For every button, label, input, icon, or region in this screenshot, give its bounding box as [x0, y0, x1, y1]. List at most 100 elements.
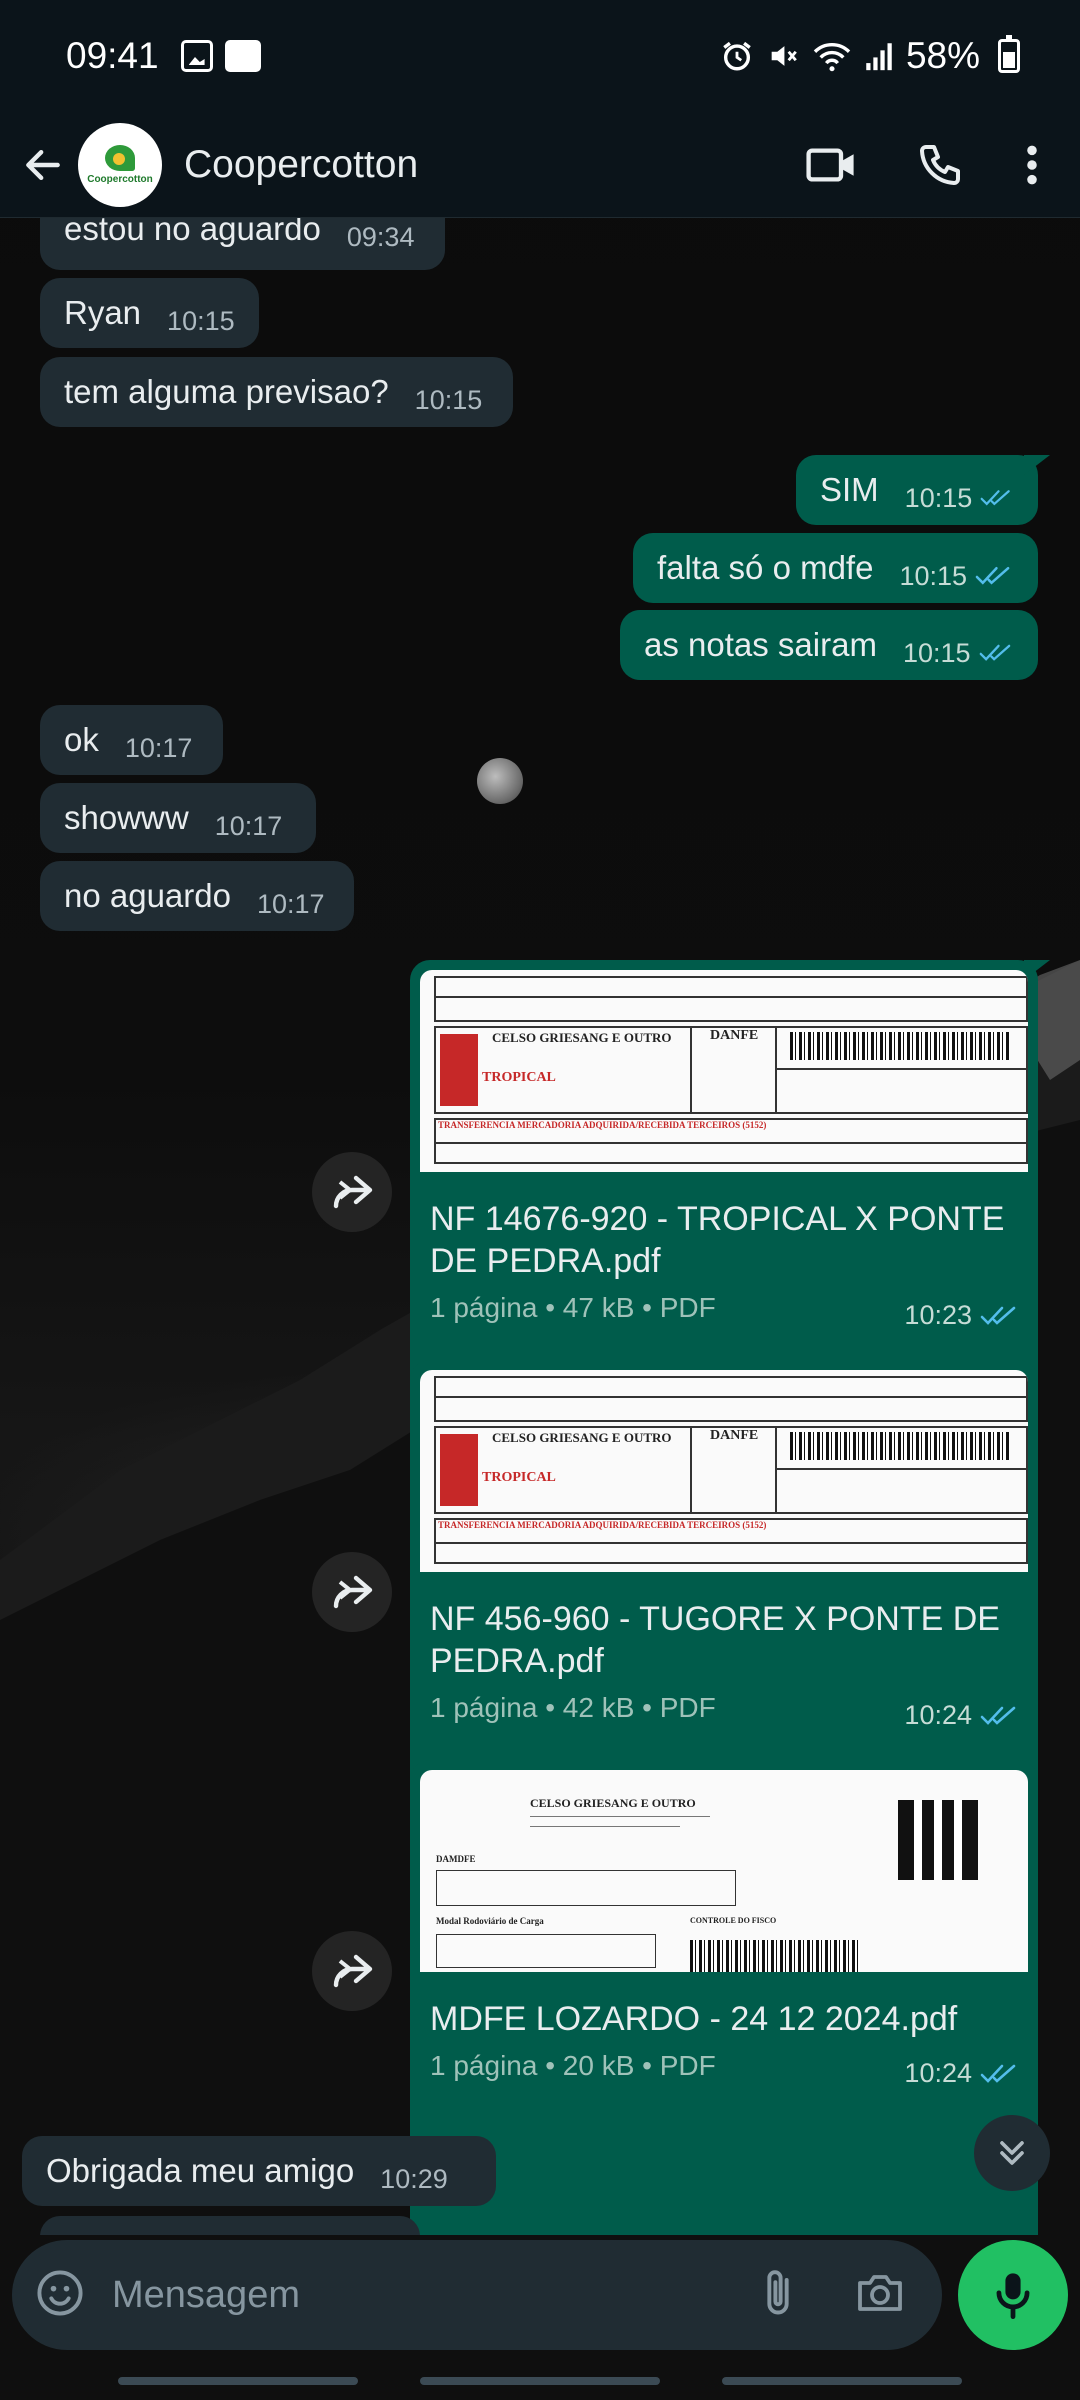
- back-button[interactable]: [8, 130, 78, 200]
- signal-icon: [866, 43, 892, 71]
- brand-logo-icon: [440, 1034, 478, 1106]
- preview-table: [436, 1934, 656, 1968]
- scroll-to-bottom-button[interactable]: [974, 2115, 1050, 2191]
- preview-company: CELSO GRIESANG E OUTRO: [492, 1030, 672, 1045]
- voice-call-icon: [920, 144, 960, 185]
- forward-button[interactable]: [312, 1552, 392, 1632]
- logo-icon: [105, 144, 135, 171]
- message-incoming[interactable]: [40, 2216, 420, 2235]
- battery-icon: [998, 35, 1020, 73]
- sticker-icon: [37, 2269, 83, 2316]
- preview-line: [434, 1396, 1028, 1398]
- system-navigation-bar: [0, 2370, 1080, 2400]
- document-meta: 1 página • 20 kB • PDF: [430, 2049, 716, 2081]
- qr-code-icon: [898, 1800, 978, 1880]
- nav-back[interactable]: [722, 2377, 962, 2385]
- video-call-icon: [806, 147, 854, 182]
- more-options-button[interactable]: [1020, 137, 1044, 193]
- preview-line: [530, 1826, 680, 1827]
- nav-home[interactable]: [420, 2377, 660, 2385]
- message-time: 10:24: [904, 2058, 972, 2088]
- header-actions: [804, 137, 1044, 193]
- bubble-tail: [1024, 455, 1050, 475]
- message-incoming[interactable]: tem alguma previsao? 10:15: [40, 357, 513, 427]
- message-time: 10:15: [167, 305, 235, 336]
- nav-recents[interactable]: [118, 2377, 358, 2385]
- message-time: 10:17: [214, 810, 283, 841]
- message-incoming[interactable]: ok 10:17: [40, 705, 223, 775]
- preview-company: CELSO GRIESANG E OUTRO: [530, 1796, 696, 1810]
- forward-icon: [333, 1954, 373, 1988]
- contact-avatar[interactable]: Coopercotton: [78, 122, 162, 207]
- document-name: NF 456-960 - TUGORE X PONTE DE PEDRA.pdf: [430, 1600, 1000, 1680]
- message-outgoing[interactable]: falta só o mdfe 10:15: [633, 533, 1038, 603]
- preview-line: [434, 1542, 1028, 1544]
- document-name: MDFE LOZARDO - 24 12 2024.pdf: [430, 2000, 958, 2038]
- more-options-icon: [1027, 145, 1037, 184]
- document-meta-row: 1 página • 42 kB • PDF 10:24: [420, 1682, 1028, 1731]
- chevron-double-down-icon: [1000, 2141, 1024, 2165]
- preview-line: [434, 1142, 1028, 1144]
- forward-icon: [333, 1175, 373, 1209]
- message-incoming[interactable]: estou no aguardo 09:34: [40, 218, 445, 270]
- message-time: 10:29: [380, 2163, 448, 2194]
- message-text: estou no aguardo: [64, 218, 321, 247]
- preview-divider: [690, 1426, 692, 1514]
- emoji-button[interactable]: [34, 2267, 86, 2324]
- message-outgoing[interactable]: SIM 10:15: [796, 455, 1050, 525]
- document-preview[interactable]: TROPICAL CELSO GRIESANG E OUTRO DANFE TR…: [420, 1370, 1028, 1572]
- message-incoming[interactable]: Ryan 10:15: [40, 278, 259, 348]
- message-text: ok: [64, 721, 99, 758]
- news-icon: [224, 40, 261, 72]
- preview-title: DANFE: [710, 1428, 759, 1443]
- camera-button[interactable]: [854, 2269, 906, 2322]
- message-text: no aguardo: [64, 877, 231, 914]
- read-receipt-icon: [980, 1306, 1016, 1325]
- preview-title: DANFE: [710, 1028, 759, 1043]
- preview-brand: TROPICAL: [482, 1470, 556, 1485]
- message-time: 10:17: [124, 732, 193, 763]
- composer-actions: [756, 2267, 906, 2324]
- message-incoming[interactable]: showww 10:17: [40, 783, 316, 853]
- read-receipt-icon: [980, 1706, 1016, 1725]
- document-meta-row: 1 página • 20 kB • PDF 10:24: [420, 2040, 1028, 2089]
- message-time: 10:15: [902, 637, 971, 668]
- read-receipt-icon: [980, 2064, 1016, 2083]
- message-time: 09:34: [346, 221, 415, 252]
- message-outgoing[interactable]: as notas sairam 10:15: [620, 610, 1038, 680]
- camera-icon: [858, 2274, 902, 2311]
- document-message[interactable]: CELSO GRIESANG E OUTRO DAMDFE Modal Rodo…: [410, 1760, 1038, 2235]
- forward-button[interactable]: [312, 1152, 392, 1232]
- preview-table: [436, 1870, 736, 1906]
- attach-button[interactable]: [756, 2267, 800, 2324]
- message-time: 10:15: [899, 560, 968, 591]
- contact-name[interactable]: Coopercotton: [184, 143, 418, 187]
- status-time: 09:41: [66, 35, 159, 76]
- preview-line: [434, 996, 1028, 998]
- document-meta: 1 página • 42 kB • PDF: [430, 1691, 716, 1723]
- voice-record-button[interactable]: [958, 2240, 1068, 2350]
- document-preview[interactable]: TROPICAL CELSO GRIESANG E OUTRO DANFE TR…: [420, 970, 1028, 1172]
- message-text: Obrigada meu amigo: [46, 2152, 355, 2189]
- preview-nature: TRANSFERENCIA MERCADORIA ADQUIRIDA/RECEB…: [438, 1120, 767, 1130]
- read-receipt-icon: [979, 644, 1010, 661]
- message-text: falta só o mdfe: [657, 549, 874, 586]
- document-meta-row: 1 página • 47 kB • PDF 10:23: [420, 1282, 1028, 1331]
- barcode-icon: [790, 1432, 1010, 1460]
- forward-button[interactable]: [312, 1931, 392, 2011]
- message-incoming[interactable]: no aguardo 10:17: [40, 861, 354, 931]
- message-time: 10:15: [904, 482, 973, 513]
- wifi-icon: [813, 43, 851, 72]
- document-preview[interactable]: CELSO GRIESANG E OUTRO DAMDFE Modal Rodo…: [420, 1770, 1028, 1972]
- message-incoming[interactable]: Obrigada meu amigo 10:29: [22, 2136, 496, 2206]
- barcode-icon: [790, 1032, 1010, 1060]
- message-list[interactable]: estou no aguardo 09:34 Ryan 10:15 tem al…: [0, 218, 1080, 2235]
- message-time: 10:15: [414, 384, 483, 415]
- voice-call-button[interactable]: [912, 137, 968, 193]
- message-input[interactable]: Mensagem: [112, 2274, 756, 2317]
- alarm-icon: [723, 41, 751, 71]
- message-text: showww: [64, 799, 189, 836]
- avatar-logo-text: Coopercotton: [87, 173, 153, 185]
- microphone-icon: [996, 2273, 1030, 2320]
- video-call-button[interactable]: [804, 137, 860, 193]
